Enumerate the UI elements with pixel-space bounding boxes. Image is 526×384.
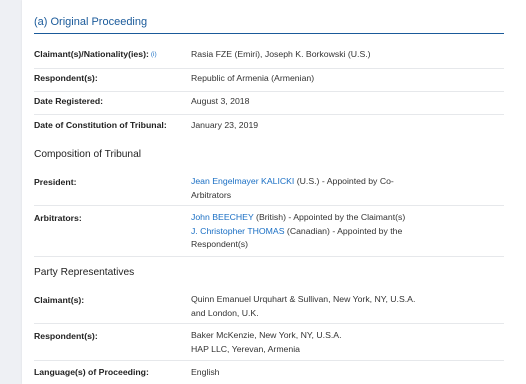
language-value: English <box>191 367 220 377</box>
language-row: Language(s) of Proceeding: English <box>34 360 504 384</box>
respondents-value: Republic of Armenia (Armenian) <box>191 73 315 83</box>
claimants-label: Claimant(s)/Nationality(ies): (i) <box>34 49 157 59</box>
respondent-reps-value: Baker McKenzie, New York, NY, U.S.A. HAP… <box>191 329 429 356</box>
case-details-card: (a) Original Proceeding Claimant(s)/Nati… <box>22 0 526 384</box>
president-value: Jean Engelmayer KALICKI (U.S.) - Appoint… <box>191 175 429 202</box>
constitution-row: Date of Constitution of Tribunal: Januar… <box>34 114 504 137</box>
claimant-reps-value: Quinn Emanuel Urquhart & Sullivan, New Y… <box>191 294 416 318</box>
arbitrators-label: Arbitrators: <box>34 213 82 223</box>
respondent-reps-row: Respondent(s): Baker McKenzie, New York,… <box>34 323 504 361</box>
president-link[interactable]: Jean Engelmayer KALICKI <box>191 176 294 186</box>
claimants-value: Rasia FZE (Emiri), Joseph K. Borkowski (… <box>191 49 371 59</box>
constitution-label: Date of Constitution of Tribunal: <box>34 120 167 130</box>
arbitrators-value: John BEECHEY (British) - Appointed by th… <box>191 211 429 252</box>
claimant-reps-label: Claimant(s): <box>34 295 85 305</box>
respondent-rep-line: Baker McKenzie, New York, NY, U.S.A. <box>191 330 342 340</box>
arbitrator-link-thomas[interactable]: J. Christopher THOMAS <box>191 226 285 236</box>
date-registered-row: Date Registered: August 3, 2018 <box>34 91 504 115</box>
respondent-reps-label: Respondent(s): <box>34 331 98 341</box>
president-row: President: Jean Engelmayer KALICKI (U.S.… <box>34 168 504 206</box>
arbitrator-item: J. Christopher THOMAS (Canadian) - Appoi… <box>191 225 429 252</box>
arbitrator-item: John BEECHEY (British) - Appointed by th… <box>191 211 429 225</box>
respondent-rep-line: HAP LLC, Yerevan, Armenia <box>191 343 300 354</box>
arbitrator-link-beechey[interactable]: John BEECHEY <box>191 212 254 222</box>
section-title: (a) Original Proceeding <box>34 16 148 28</box>
composition-heading: Composition of Tribunal <box>34 149 142 160</box>
arbitrators-row: Arbitrators: John BEECHEY (British) - Ap… <box>34 205 504 257</box>
date-registered-value: August 3, 2018 <box>191 96 250 106</box>
info-icon[interactable]: (i) <box>151 51 157 58</box>
president-label: President: <box>34 177 77 187</box>
respondents-label: Respondent(s): <box>34 73 98 83</box>
claimants-label-text: Claimant(s)/Nationality(ies): <box>34 49 149 59</box>
claimants-row: Claimant(s)/Nationality(ies): (i) Rasia F… <box>34 41 504 69</box>
date-registered-label: Date Registered: <box>34 96 104 106</box>
constitution-value: January 23, 2019 <box>191 120 259 130</box>
claimant-reps-row: Claimant(s): Quinn Emanuel Urquhart & Su… <box>34 286 504 324</box>
arbitrator-note: (British) - Appointed by the Claimant(s) <box>256 212 406 222</box>
language-label: Language(s) of Proceeding: <box>34 367 149 377</box>
party-representatives-heading: Party Representatives <box>34 267 135 278</box>
respondents-row: Respondent(s): Republic of Armenia (Arme… <box>34 68 504 92</box>
section-divider <box>34 33 504 34</box>
